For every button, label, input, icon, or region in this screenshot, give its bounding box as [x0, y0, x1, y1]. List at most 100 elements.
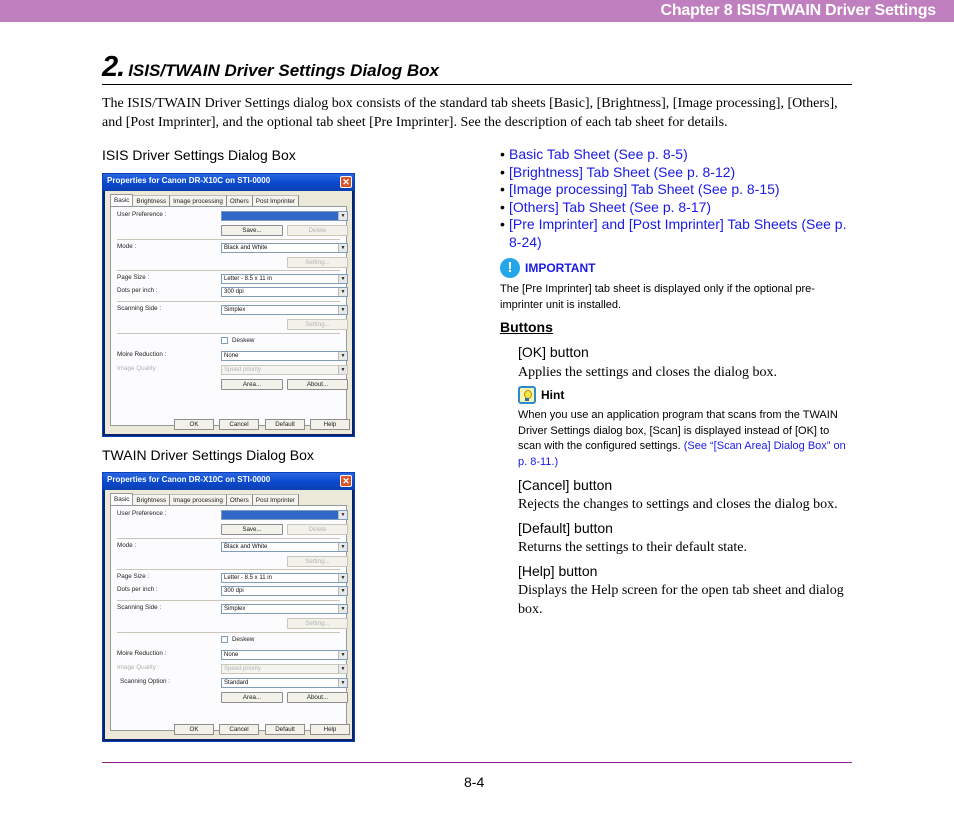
dpi-label: Dots per inch :: [117, 287, 158, 294]
dpi-value: 300 dpi: [224, 289, 244, 295]
deskew-checkbox: Deskew: [221, 636, 254, 643]
default-button: Default: [265, 419, 305, 430]
delete-button: Delete: [287, 225, 348, 236]
mode-combo: Black and White ▼: [221, 243, 348, 253]
bullet: •: [500, 181, 505, 198]
ok-button-title: [OK] button: [518, 344, 589, 360]
exclamation-icon: !: [500, 258, 520, 278]
chevron-down-icon: ▼: [338, 275, 347, 283]
scanning-option-label: Scanning Option :: [120, 678, 171, 685]
dpi-combo: 300 dpi ▼: [221, 287, 348, 297]
mode-combo: Black and White ▼: [221, 542, 348, 552]
cancel-button: Cancel: [219, 724, 259, 735]
scanning-option-value: Standard: [224, 680, 249, 686]
cancel-button-title: [Cancel] button: [518, 477, 613, 493]
scanning-side-label: Scanning Side :: [117, 305, 162, 312]
link-text[interactable]: [Others] Tab Sheet (See p. 8-17): [509, 199, 711, 215]
tab-panel: User Preference : ▼ Save... Delete Mode …: [110, 505, 348, 731]
dpi-value: 300 dpi: [224, 588, 244, 594]
mode-setting-button: Setting...: [287, 556, 348, 567]
separator: [117, 301, 340, 302]
link-text[interactable]: [Image processing] Tab Sheet (See p. 8-1…: [509, 181, 780, 197]
side-setting-button: Setting...: [287, 618, 348, 629]
hint-heading: Hint: [518, 386, 564, 404]
page-size-label: Page Size :: [117, 274, 150, 281]
dpi-combo: 300 dpi ▼: [221, 586, 348, 596]
image-quality-combo: Speed priority ▼: [221, 365, 348, 375]
image-quality-value: Speed priority: [224, 367, 262, 373]
intro-paragraph: The ISIS/TWAIN Driver Settings dialog bo…: [102, 96, 838, 130]
user-preference-combo: ▼: [221, 211, 348, 221]
about-button: About...: [287, 692, 348, 703]
link-text[interactable]: [Brightness] Tab Sheet (See p. 8-12): [509, 164, 735, 180]
moire-value: None: [224, 353, 239, 359]
moire-combo: None ▼: [221, 351, 348, 361]
buttons-heading: Buttons: [500, 319, 553, 335]
figure-caption-twain: TWAIN Driver Settings Dialog Box: [102, 447, 314, 463]
chevron-down-icon: ▼: [338, 244, 347, 252]
area-button: Area...: [221, 692, 283, 703]
important-label: IMPORTANT: [525, 261, 596, 275]
dialog-title: Properties for Canon DR-X10C on STI-0000: [107, 176, 271, 185]
help-button: Help: [310, 724, 350, 735]
link-text[interactable]: [Pre Imprinter] and [Post Imprinter] Tab…: [509, 216, 846, 250]
chevron-down-icon: ▼: [338, 511, 347, 519]
deskew-label: Deskew: [232, 337, 255, 345]
ok-button: OK: [174, 419, 214, 430]
separator: [117, 569, 340, 570]
chevron-down-icon: ▼: [338, 651, 347, 659]
area-button: Area...: [221, 379, 283, 390]
save-button: Save...: [221, 524, 283, 535]
tab-sheet-links: • Basic Tab Sheet (See p. 8-5) • [Brightne…: [500, 146, 852, 252]
moire-combo: None ▼: [221, 650, 348, 660]
link-text[interactable]: Basic Tab Sheet (See p. 8-5): [509, 146, 688, 162]
separator: [117, 632, 340, 633]
chevron-down-icon: ▼: [338, 665, 347, 673]
link-brightness-tab[interactable]: • [Brightness] Tab Sheet (See p. 8-12): [500, 164, 852, 182]
delete-button: Delete: [287, 524, 348, 535]
section-title: 2. ISIS/TWAIN Driver Settings Dialog Box: [102, 51, 439, 84]
bullet: •: [500, 216, 505, 233]
page-size-combo: Letter - 8.5 x 11 in ▼: [221, 573, 348, 583]
moire-label: Moire Reduction :: [117, 351, 167, 358]
section-number: 2.: [102, 51, 125, 83]
checkbox-icon: [221, 337, 228, 344]
scanning-side-value: Simplex: [224, 307, 246, 313]
image-quality-combo: Speed priority ▼: [221, 664, 348, 674]
chevron-down-icon: ▼: [338, 574, 347, 582]
isis-dialog-screenshot: Properties for Canon DR-X10C on STI-0000…: [102, 173, 355, 437]
chevron-down-icon: ▼: [338, 212, 347, 220]
scanning-side-combo: Simplex ▼: [221, 305, 348, 315]
moire-value: None: [224, 652, 239, 658]
deskew-checkbox: Deskew: [221, 337, 254, 344]
footer-rule: [102, 762, 852, 763]
cancel-button: Cancel: [219, 419, 259, 430]
separator: [117, 333, 340, 334]
bullet: •: [500, 146, 505, 162]
link-others-tab[interactable]: • [Others] Tab Sheet (See p. 8-17): [500, 199, 852, 217]
user-preference-combo: ▼: [221, 510, 348, 520]
chevron-down-icon: ▼: [338, 366, 347, 374]
tab-panel: User Preference : ▼ Save... Delete Mode …: [110, 206, 348, 426]
dialog-titlebar: Properties for Canon DR-X10C on STI-0000…: [103, 473, 354, 490]
chapter-header-bar: Chapter 8 ISIS/TWAIN Driver Settings: [0, 0, 954, 22]
twain-dialog-screenshot: Properties for Canon DR-X10C on STI-0000…: [102, 472, 355, 742]
ok-button: OK: [174, 724, 214, 735]
chevron-down-icon: ▼: [338, 587, 347, 595]
dialog-body: Basic Brightness Image processing Others…: [105, 191, 352, 434]
link-basic-tab[interactable]: • Basic Tab Sheet (See p. 8-5): [500, 146, 852, 164]
chapter-title: Chapter 8 ISIS/TWAIN Driver Settings: [660, 2, 936, 19]
link-imprinter-tabs[interactable]: • [Pre Imprinter] and [Post Imprinter] Ta…: [500, 216, 852, 251]
mode-label: Mode :: [117, 243, 137, 250]
about-button: About...: [287, 379, 348, 390]
important-text: The [Pre Imprinter] tab sheet is display…: [500, 283, 815, 311]
image-quality-value: Speed priority: [224, 666, 262, 672]
dialog-title: Properties for Canon DR-X10C on STI-0000: [107, 475, 271, 484]
default-button-title: [Default] button: [518, 520, 613, 536]
help-button: Help: [310, 419, 350, 430]
separator: [117, 600, 340, 601]
side-setting-button: Setting...: [287, 319, 348, 330]
mode-label: Mode :: [117, 542, 137, 549]
link-image-processing-tab[interactable]: • [Image processing] Tab Sheet (See p. 8-…: [500, 181, 852, 199]
hint-text: When you use an application program that…: [518, 408, 854, 470]
